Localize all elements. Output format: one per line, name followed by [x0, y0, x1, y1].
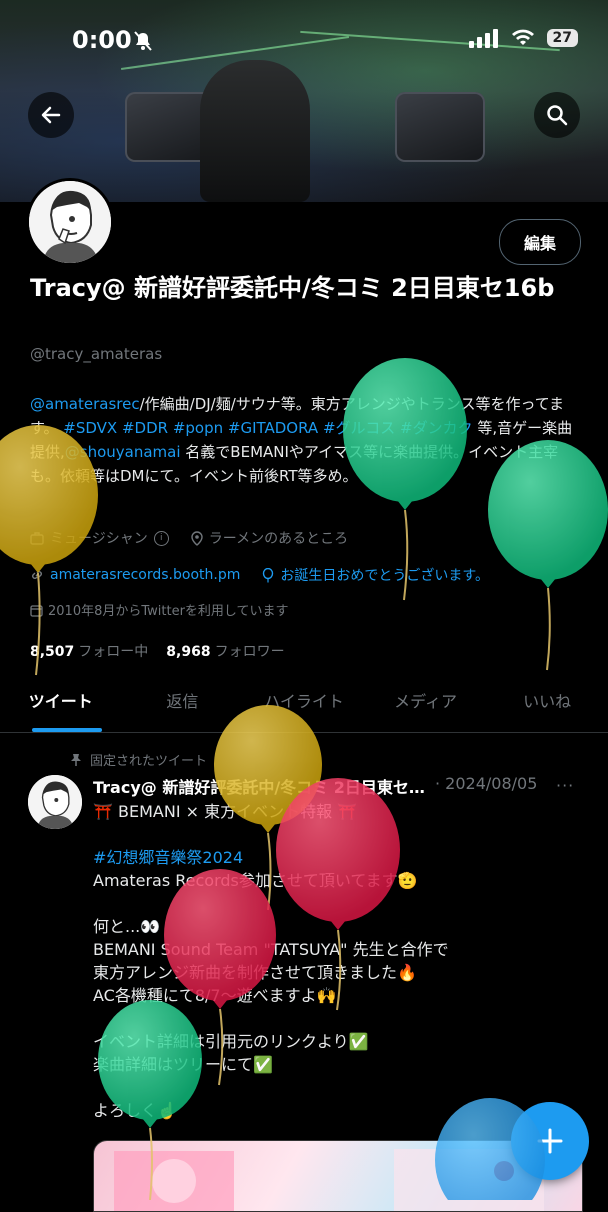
- profile-meta-row: ミュージシャン i ラーメンのあるところ: [30, 528, 348, 548]
- edit-profile-button[interactable]: 編集: [499, 219, 581, 265]
- wifi-icon: [511, 29, 534, 45]
- link-icon: [32, 571, 42, 579]
- tweet-author-avatar[interactable]: [28, 775, 82, 829]
- profile-category: ミュージシャン i: [30, 528, 169, 548]
- followers-count: 8,968: [166, 644, 211, 660]
- back-button[interactable]: [28, 92, 74, 138]
- profile-avatar[interactable]: [26, 178, 114, 266]
- profile-location: ラーメンのあるところ: [191, 528, 348, 548]
- tweet-hashtag[interactable]: #幻想郷音樂祭2024: [93, 846, 563, 869]
- tab-highlights[interactable]: ハイライト: [243, 676, 365, 732]
- profile-display-name: Tracy@ 新譜好評委託中/冬コミ 2日目東セ16b: [30, 274, 555, 302]
- profile-location-label: ラーメンのあるところ: [208, 531, 349, 547]
- tweet-line: ⛩️ BEMANI × 東方イベント特報 ⛩️: [93, 802, 358, 821]
- tweet-more-button[interactable]: ···: [556, 776, 574, 795]
- following-link[interactable]: 8,507 フォロー中: [30, 641, 148, 661]
- pin-icon: [71, 754, 81, 766]
- tweet-line: Amateras Records参加させて頂いてます🫡: [93, 871, 418, 890]
- back-arrow-icon: [41, 106, 61, 124]
- status-indicators: 27: [468, 28, 578, 48]
- media-illustration: [114, 1149, 544, 1211]
- battery-indicator: 27: [546, 29, 578, 47]
- profile-tabs: ツイート 返信 ハイライト メディア いいね: [0, 676, 608, 733]
- profile-meta-row: amaterasrecords.booth.pm お誕生日おめでとうございます。: [30, 565, 489, 585]
- tweet-line: BEMANI Sound Team "TATSUYA" 先生と合作で: [93, 940, 449, 959]
- tweet-line: 楽曲詳細はツリーにて✅: [93, 1055, 273, 1074]
- profile-birthday-label: お誕生日おめでとうございます。: [280, 568, 489, 584]
- info-icon[interactable]: i: [153, 530, 169, 546]
- tweet-author-name[interactable]: Tracy@ 新譜好評委託中/冬コミ 2日目東セ16b: [93, 774, 429, 798]
- profile-follow-stats: 8,507 フォロー中 8,968 フォロワー: [30, 641, 285, 661]
- profile-joined-label: 2010年8月からTwitterを利用しています: [48, 604, 289, 619]
- pinned-label: 固定されたツイート: [90, 754, 208, 769]
- tweet-text: ⛩️ BEMANI × 東方イベント特報 ⛩️ #幻想郷音樂祭2024 Amat…: [93, 800, 563, 1122]
- followers-label: フォロワー: [214, 644, 285, 660]
- followers-link[interactable]: 8,968 フォロワー: [166, 641, 284, 661]
- profile-category-label: ミュージシャン: [50, 531, 148, 547]
- pinned-indicator: 固定されたツイート: [70, 750, 207, 769]
- profile-website[interactable]: amaterasrecords.booth.pm: [30, 565, 240, 585]
- status-time: 0:00: [72, 26, 132, 54]
- calendar-icon: [30, 605, 43, 617]
- tweet-date[interactable]: · 2024/08/05: [435, 774, 537, 798]
- bell-muted-icon: [134, 31, 152, 51]
- signal-icon: [468, 29, 498, 48]
- search-icon: [547, 105, 568, 126]
- profile-joined: 2010年8月からTwitterを利用しています: [30, 600, 289, 619]
- profile-birthday: お誕生日おめでとうございます。: [262, 565, 489, 585]
- avatar-illustration: [29, 181, 111, 263]
- profile-website-link[interactable]: amaterasrecords.booth.pm: [50, 567, 240, 583]
- tab-tweets[interactable]: ツイート: [0, 676, 122, 732]
- bio-mention-link[interactable]: @amaterasrec: [30, 395, 140, 413]
- tweet-line: 何と...👀: [93, 917, 161, 936]
- compose-plus-icon: [537, 1128, 563, 1154]
- search-button[interactable]: [534, 92, 580, 138]
- profile-handle: @tracy_amateras: [30, 345, 163, 363]
- tab-likes[interactable]: いいね: [486, 676, 608, 732]
- tweet-line: イベント詳細は引用元のリンクより✅: [93, 1032, 369, 1051]
- banner-dj-silhouette: [200, 60, 310, 202]
- avatar-illustration: [28, 775, 82, 829]
- location-pin-icon: [191, 530, 203, 546]
- briefcase-icon: [30, 532, 44, 545]
- banner-turntable: [395, 92, 485, 162]
- tab-replies[interactable]: 返信: [122, 676, 244, 732]
- tweet-line: 東方アレンジ新曲を制作させて頂きました🔥: [93, 963, 417, 982]
- tweet-header: Tracy@ 新譜好評委託中/冬コミ 2日目東セ16b · 2024/08/05: [93, 774, 593, 798]
- tweet-media-image[interactable]: [93, 1140, 583, 1212]
- balloon-icon: [263, 567, 274, 582]
- bio-mention-link[interactable]: @shouyanamai: [65, 443, 181, 461]
- bio-hashtags[interactable]: #SDVX #DDR #popn #GITADORA #グルコス #ダンカク: [63, 419, 472, 437]
- tweet-line: よろしく☝️: [93, 1101, 177, 1120]
- profile-bio: @amaterasrec/作編曲/DJ/麺/サウナ等。東方アレンジやトランス等を…: [30, 392, 580, 488]
- compose-tweet-button[interactable]: [511, 1102, 589, 1180]
- tab-media[interactable]: メディア: [365, 676, 487, 732]
- following-label: フォロー中: [78, 644, 149, 660]
- tweet-line: AC各機種にて8/7〜遊べますよ🙌: [93, 986, 337, 1005]
- following-count: 8,507: [30, 644, 75, 660]
